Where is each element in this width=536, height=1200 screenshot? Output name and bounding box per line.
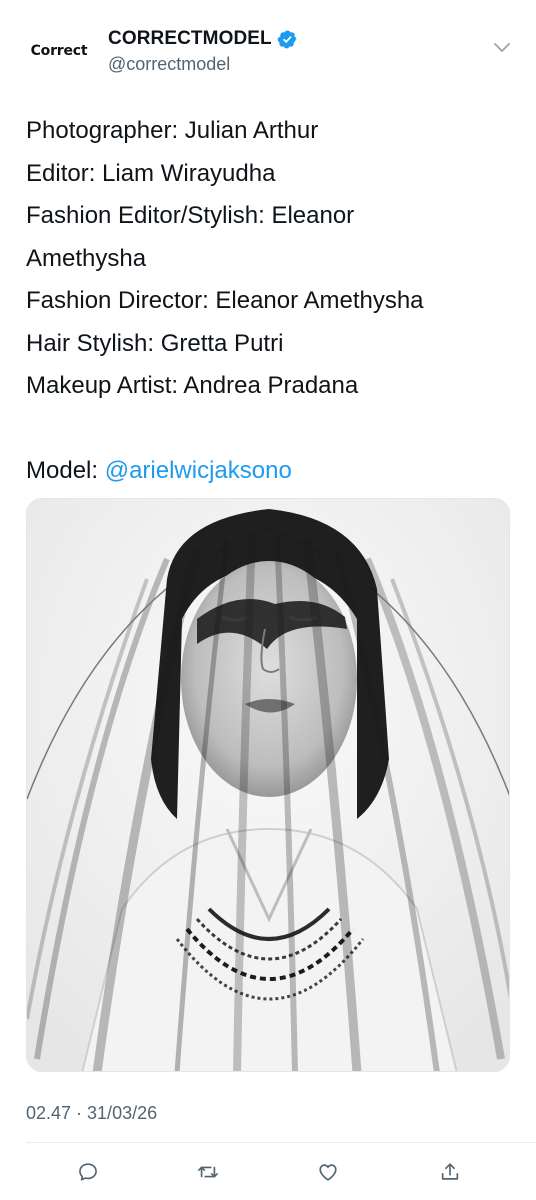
reply-button[interactable] — [72, 1156, 104, 1188]
reply-icon — [79, 1163, 97, 1181]
credit-line: Amethysha — [26, 244, 147, 272]
tweet-timestamp[interactable]: 02.47 · 31/03/26 — [26, 1103, 157, 1124]
tweet-actions-bar — [0, 1152, 536, 1192]
veiled-portrait-image — [27, 499, 509, 1071]
share-button[interactable] — [434, 1156, 466, 1188]
model-mention-link[interactable]: @arielwicjaksono — [105, 457, 292, 484]
model-line: Model: @arielwicjaksono — [26, 450, 516, 493]
credit-line: Makeup Artist: Andrea Pradana — [26, 372, 359, 399]
verified-badge-icon — [277, 30, 297, 48]
like-button[interactable] — [312, 1156, 344, 1188]
credit-line: Fashion Director: Eleanor Amethysha — [26, 287, 424, 314]
heart-icon — [319, 1164, 337, 1181]
display-name-text: CORRECTMODEL — [108, 28, 272, 49]
avatar[interactable]: Correct — [26, 26, 92, 76]
retweet-icon — [198, 1166, 218, 1178]
divider — [26, 1142, 536, 1143]
retweet-button[interactable] — [192, 1156, 224, 1188]
credit-line: Fashion Editor/Stylish: Eleanor — [26, 202, 355, 229]
credit-line: Hair Stylish: Gretta Putri — [26, 329, 284, 357]
author-handle[interactable]: @correctmodel — [108, 54, 230, 75]
tweet-photo[interactable] — [26, 498, 510, 1072]
avatar-logo-text: Correct — [30, 43, 88, 59]
credit-line: Photographer: Julian Arthur — [26, 117, 319, 144]
author-display-name[interactable]: CORRECTMODEL — [108, 28, 298, 50]
paragraph-break — [26, 408, 516, 451]
credit-line: Editor: Liam Wirayudha — [26, 159, 276, 187]
share-icon — [441, 1163, 459, 1180]
tweet-text: Photographer: Julian Arthur Editor: Liam… — [26, 110, 516, 493]
chevron-down-icon[interactable] — [493, 42, 511, 54]
model-label: Model: — [26, 457, 99, 484]
tweet-header: Correct CORRECTMODEL @correctmodel — [0, 0, 536, 96]
